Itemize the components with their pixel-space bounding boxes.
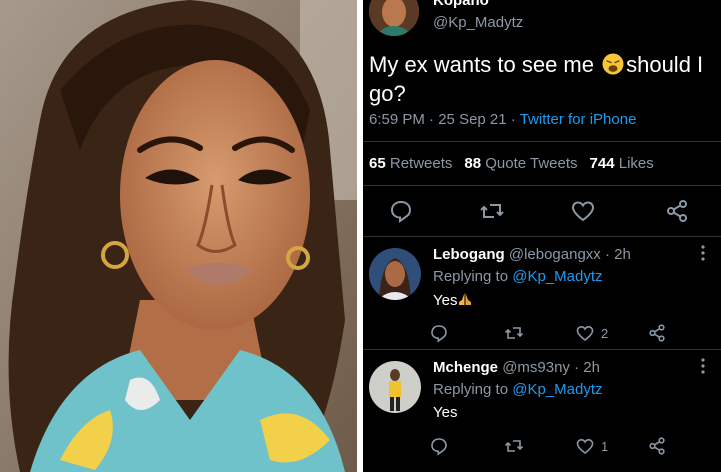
- reply-tweet[interactable]: Lebogang @lebogangxx · 2h Replying to @K…: [363, 236, 721, 352]
- reply-author: Lebogang @lebogangxx · 2h: [433, 246, 631, 263]
- reply-handle[interactable]: @ms93ny: [502, 359, 570, 376]
- replying-to: Replying to @Kp_Madytz: [433, 268, 603, 285]
- woman-portrait-image: [0, 0, 357, 472]
- like-heart-icon: [576, 325, 594, 342]
- like-heart-icon: [576, 438, 594, 455]
- share-icon[interactable]: [647, 322, 667, 344]
- like-heart-icon[interactable]: [569, 197, 597, 225]
- share-icon[interactable]: [647, 435, 667, 457]
- reply-icon[interactable]: [429, 322, 449, 344]
- retweet-icon[interactable]: [503, 322, 525, 344]
- reply-display-name[interactable]: Mchenge: [433, 359, 498, 376]
- reply-like-count: 2: [601, 325, 609, 341]
- retweets-stat[interactable]: 65 Retweets: [369, 155, 452, 172]
- reply-author: Mchenge @ms93ny · 2h: [433, 359, 600, 376]
- quote-tweets-stat[interactable]: 88 Quote Tweets: [464, 155, 577, 172]
- more-options-icon[interactable]: [700, 357, 706, 375]
- reply-display-name[interactable]: Lebogang: [433, 246, 505, 263]
- divider-line: [363, 141, 721, 142]
- reply-avatar[interactable]: [369, 361, 421, 413]
- tweet-text-part1: My ex wants to see me: [369, 52, 601, 77]
- replying-to-link[interactable]: @Kp_Madytz: [512, 381, 602, 398]
- reply-like-button[interactable]: 1: [575, 435, 608, 457]
- retweet-icon[interactable]: [478, 197, 506, 225]
- tweet-detail-panel: Kopano @Kp_Madytz My ex wants to see me …: [363, 0, 721, 472]
- tweet-date[interactable]: 25 Sep 21: [438, 111, 506, 128]
- tweet-stats: 65 Retweets 88 Quote Tweets 744 Likes: [369, 155, 654, 172]
- folded-hands-icon: [459, 293, 472, 305]
- author-handle[interactable]: @Kp_Madytz: [433, 14, 523, 31]
- reply-like-count: 1: [601, 438, 609, 454]
- divider-line: [363, 185, 721, 186]
- reply-time[interactable]: · 2h: [574, 359, 600, 376]
- share-icon[interactable]: [663, 197, 691, 225]
- reply-actions: 2: [429, 322, 719, 344]
- reply-handle[interactable]: @lebogangxx: [509, 246, 601, 263]
- retweet-icon[interactable]: [503, 435, 525, 457]
- reply-time[interactable]: · 2h: [605, 246, 631, 263]
- tweet-actions: [363, 197, 721, 225]
- reply-text: Yes: [433, 404, 458, 421]
- reply-icon[interactable]: [429, 435, 449, 457]
- meta-separator-2: ·: [506, 111, 520, 128]
- author-avatar[interactable]: [369, 0, 419, 36]
- likes-stat[interactable]: 744 Likes: [590, 155, 654, 172]
- replying-to-link[interactable]: @Kp_Madytz: [512, 268, 602, 285]
- reply-like-button[interactable]: 2: [575, 322, 608, 344]
- reply-icon[interactable]: [387, 197, 415, 225]
- reply-actions: 1: [429, 435, 719, 457]
- more-options-icon[interactable]: [700, 244, 706, 262]
- author-display-name[interactable]: Kopano: [433, 0, 489, 9]
- tweet-text: My ex wants to see me should I go?: [369, 50, 714, 108]
- meta-separator: ·: [424, 111, 439, 128]
- reply-avatar[interactable]: [369, 248, 421, 300]
- weary-face-icon: [602, 53, 624, 75]
- tweet-meta: 6:59 PM · 25 Sep 21 · Twitter for iPhone: [369, 111, 636, 128]
- tweet-time[interactable]: 6:59 PM: [369, 111, 425, 128]
- profile-photo: [0, 0, 357, 472]
- reply-tweet[interactable]: Mchenge @ms93ny · 2h Replying to @Kp_Mad…: [363, 349, 721, 465]
- reply-text: Yes: [433, 291, 473, 309]
- replying-to: Replying to @Kp_Madytz: [433, 381, 603, 398]
- tweet-source[interactable]: Twitter for iPhone: [520, 111, 637, 128]
